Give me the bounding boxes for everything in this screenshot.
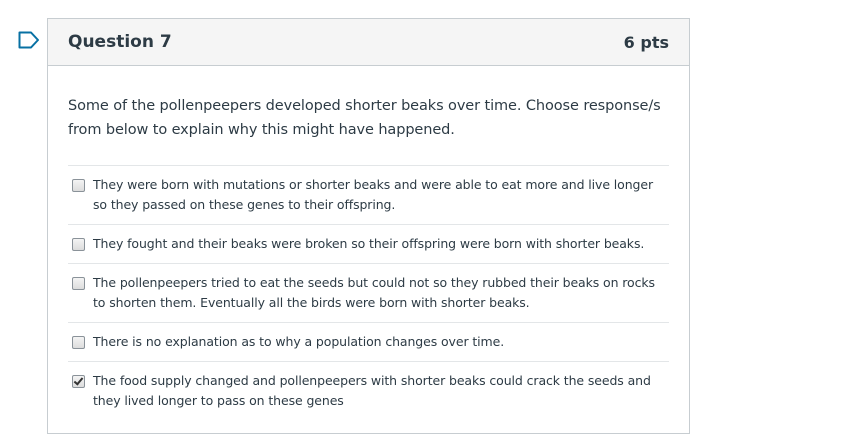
answer-option-1[interactable]: They were born with mutations or shorter… xyxy=(68,166,669,225)
answer-list: They were born with mutations or shorter… xyxy=(68,165,669,420)
question-text: Some of the pollenpeepers developed shor… xyxy=(68,98,661,138)
answer-option-3[interactable]: The pollenpeepers tried to eat the seeds… xyxy=(68,264,669,323)
answer-option-5[interactable]: The food supply changed and pollenpeeper… xyxy=(68,362,669,420)
answer-label: They fought and their beaks were broken … xyxy=(93,236,645,251)
answer-label: They were born with mutations or shorter… xyxy=(93,177,654,212)
answer-checkbox[interactable] xyxy=(72,277,85,290)
answer-checkbox[interactable] xyxy=(72,336,85,349)
question-header: Question 7 6 pts xyxy=(48,19,689,66)
answer-label: The pollenpeepers tried to eat the seeds… xyxy=(93,275,655,310)
flag-question-button[interactable] xyxy=(18,31,40,49)
answer-checkbox[interactable] xyxy=(72,375,85,388)
question-title: Question 7 xyxy=(68,32,172,52)
answer-checkbox[interactable] xyxy=(72,179,85,192)
answer-option-4[interactable]: There is no explanation as to why a popu… xyxy=(68,323,669,362)
flag-question-icon xyxy=(18,31,39,49)
question-points: 6 pts xyxy=(623,32,669,52)
answer-label: There is no explanation as to why a popu… xyxy=(93,334,505,349)
answer-label: The food supply changed and pollenpeeper… xyxy=(93,373,651,408)
question-card: Question 7 6 pts Some of the pollenpeepe… xyxy=(47,18,690,434)
question-body: Some of the pollenpeepers developed shor… xyxy=(48,66,689,420)
answer-option-2[interactable]: They fought and their beaks were broken … xyxy=(68,225,669,264)
answer-checkbox[interactable] xyxy=(72,238,85,251)
